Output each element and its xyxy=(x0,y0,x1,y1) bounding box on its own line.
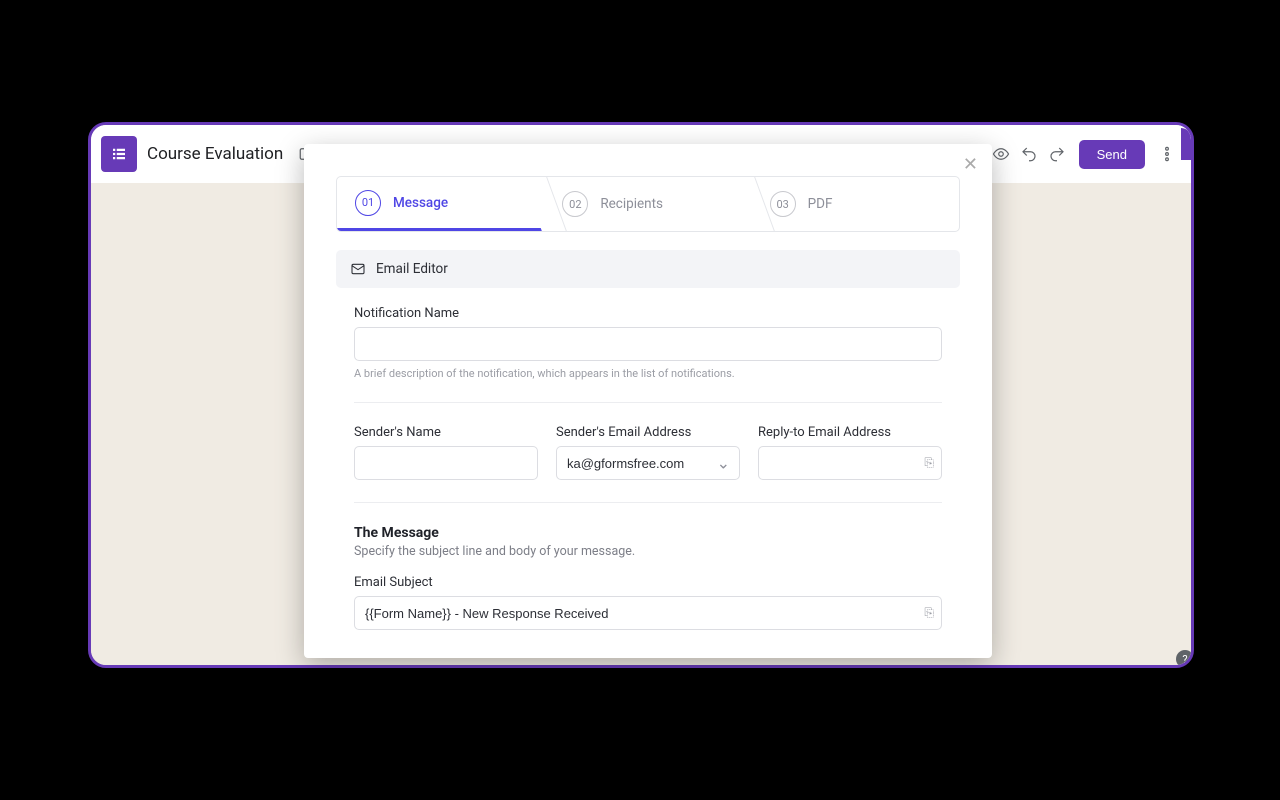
document-title[interactable]: Course Evaluation xyxy=(147,144,283,164)
email-subject-label: Email Subject xyxy=(354,575,942,590)
insert-field-icon[interactable]: ⎘ xyxy=(924,456,934,471)
insert-field-icon[interactable]: ⎘ xyxy=(924,606,934,621)
step-number: 01 xyxy=(355,190,381,216)
step-label: PDF xyxy=(808,196,833,212)
side-accent xyxy=(1181,128,1191,160)
mail-icon xyxy=(350,261,366,277)
notification-name-help: A brief description of the notification,… xyxy=(354,367,942,380)
notification-name-label: Notification Name xyxy=(354,306,942,321)
reply-to-label: Reply-to Email Address xyxy=(758,425,942,440)
step-message[interactable]: 01 Message xyxy=(337,177,544,231)
email-subject-input[interactable] xyxy=(354,596,942,630)
form-area: Notification Name A brief description of… xyxy=(304,288,992,630)
forms-logo[interactable] xyxy=(101,136,137,172)
sender-email-select[interactable] xyxy=(556,446,740,480)
send-button[interactable]: Send xyxy=(1079,140,1145,169)
help-badge[interactable]: ? xyxy=(1176,650,1194,668)
close-icon[interactable]: ✕ xyxy=(963,154,978,175)
section-header: Email Editor xyxy=(336,250,960,288)
divider xyxy=(354,502,942,503)
step-label: Message xyxy=(393,195,448,211)
undo-icon[interactable] xyxy=(1015,140,1043,168)
step-number: 02 xyxy=(562,191,588,217)
wizard-steps: 01 Message 02 Recipients 03 PDF xyxy=(336,176,960,232)
step-number: 03 xyxy=(770,191,796,217)
message-heading: The Message xyxy=(354,525,942,541)
step-pdf[interactable]: 03 PDF xyxy=(752,177,959,231)
notification-name-input[interactable] xyxy=(354,327,942,361)
sender-email-label: Sender's Email Address xyxy=(556,425,740,440)
reply-to-input[interactable] xyxy=(758,446,942,480)
step-label: Recipients xyxy=(600,196,663,212)
sender-name-label: Sender's Name xyxy=(354,425,538,440)
step-recipients[interactable]: 02 Recipients xyxy=(544,177,751,231)
section-title: Email Editor xyxy=(376,261,448,277)
redo-icon[interactable] xyxy=(1043,140,1071,168)
more-icon[interactable] xyxy=(1153,140,1181,168)
message-subheading: Specify the subject line and body of you… xyxy=(354,544,942,559)
divider xyxy=(354,402,942,403)
sender-name-input[interactable] xyxy=(354,446,538,480)
email-notification-modal: ✕ 01 Message 02 Recipients 03 PDF Email … xyxy=(304,144,992,658)
